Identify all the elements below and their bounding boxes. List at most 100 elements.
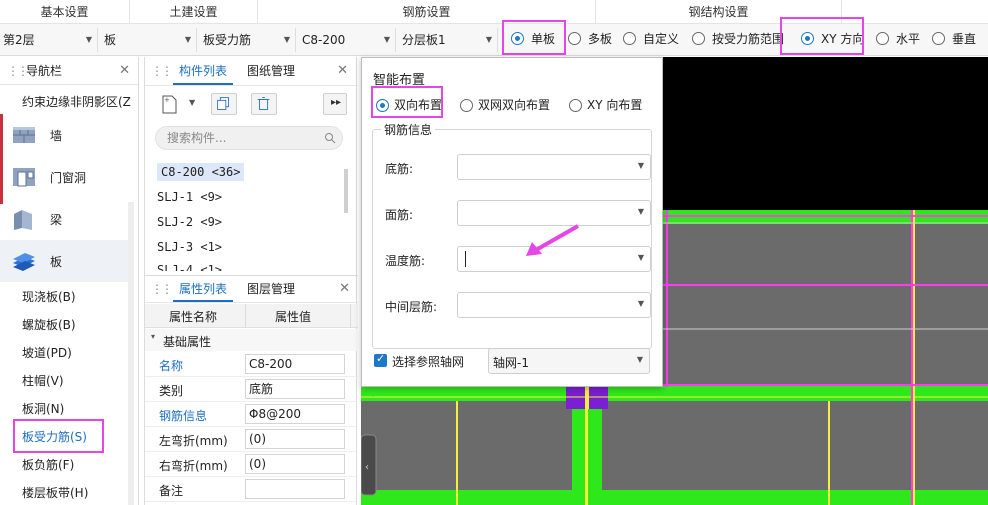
radio-vertical[interactable] — [932, 32, 945, 45]
chevron-down-icon: ▼ — [283, 35, 290, 44]
nav-category-door-window[interactable]: 门窗洞 — [0, 156, 128, 198]
nav-item-spiral-slab[interactable]: 螺旋板(B) — [22, 316, 76, 333]
radio-double-net-label: 双网双向布置 — [478, 98, 551, 112]
component-item[interactable]: SLJ-4 <1> — [157, 263, 222, 271]
chevron-down-icon: ▼ — [637, 299, 644, 308]
property-row: 钢筋信息 Φ8@200 — [145, 402, 358, 427]
property-section[interactable]: ▾ 基础属性 — [145, 329, 358, 351]
property-row: 类别 底筋 — [145, 377, 358, 402]
nav-header: ⋮⋮ 导航栏 ✕ — [0, 57, 138, 85]
property-row: 名称 C8-200 — [145, 352, 358, 377]
svg-text:+: + — [164, 96, 170, 104]
list-scrollbar[interactable] — [344, 169, 348, 213]
nav-item-slab-negative-rebar[interactable]: 板负筋(F) — [22, 456, 74, 473]
chevron-down-icon: ▼ — [636, 355, 643, 364]
nav-item-edge-zone[interactable]: 约束边缘非阴影区(Z — [22, 93, 138, 110]
nav-item-floor-strip[interactable]: 楼层板带(H) — [22, 484, 88, 501]
highlight-single-slab — [502, 20, 566, 55]
floor-dropdown[interactable]: 第2层 ▼ — [0, 28, 98, 52]
chevron-down-icon: ▼ — [85, 35, 92, 44]
radio-xy-layout[interactable] — [569, 99, 582, 112]
layer-value: 分层板1 — [402, 33, 446, 47]
radio-horizontal-label: 水平 — [896, 32, 921, 46]
property-row: 右弯折(mm) (0) — [145, 452, 358, 477]
expand-button[interactable]: ▸▸ — [323, 93, 347, 115]
radio-multi-slab-label: 多板 — [588, 32, 613, 46]
highlight-bidirectional — [371, 86, 443, 118]
close-icon[interactable]: ✕ — [339, 281, 350, 296]
middle-rebar-select[interactable]: ▼ — [457, 292, 651, 318]
close-icon[interactable]: ✕ — [337, 63, 348, 78]
type-dropdown[interactable]: 板受力筋 ▼ — [200, 28, 296, 52]
drag-handle-icon[interactable]: ⋮⋮ — [7, 57, 29, 85]
axis-grid-select[interactable]: 轴网-1 ▼ — [488, 348, 650, 374]
chevron-down-icon: ▼ — [637, 253, 644, 262]
property-panel-header: ⋮⋮ 属性列表 图层管理 ✕ — [145, 275, 358, 303]
property-value-input[interactable]: (0) — [245, 429, 345, 449]
drag-handle-icon[interactable]: ⋮⋮ — [151, 282, 173, 296]
tab-property-list[interactable]: 属性列表 — [173, 276, 234, 302]
field-label-bottom-rebar: 底筋: — [385, 162, 414, 176]
double-chevron-right-icon: ▸▸ — [331, 97, 342, 108]
radio-custom-label: 自定义 — [643, 32, 680, 46]
nav-title: 导航栏 — [26, 64, 63, 78]
radio-horizontal[interactable] — [876, 32, 889, 45]
property-value-input[interactable]: (0) — [245, 454, 345, 474]
property-table-header: 属性名称 属性值 — [145, 304, 358, 328]
chevron-down-icon[interactable]: ▼ — [189, 98, 195, 107]
checkmark-icon: ✓ — [376, 352, 386, 365]
component-item[interactable]: C8-200 <36> — [157, 163, 245, 181]
divider — [145, 85, 358, 86]
column-header-value: 属性值 — [275, 310, 312, 324]
nav-item-column-cap[interactable]: 柱帽(V) — [22, 372, 64, 389]
nav-scrollbar[interactable] — [128, 202, 134, 505]
tab-civil-settings[interactable]: 土建设置 — [130, 0, 258, 24]
nav-category-slab[interactable]: 板 — [0, 240, 128, 282]
spec-dropdown[interactable]: C8-200 ▼ — [299, 28, 396, 52]
component-item[interactable]: SLJ-3 <1> — [157, 240, 222, 254]
new-file-icon: + — [162, 95, 177, 114]
nav-item-cast-slab[interactable]: 现浇板(B) — [22, 288, 76, 305]
nav-item-ramp[interactable]: 坡道(PD) — [22, 344, 72, 361]
tab-basic-settings[interactable]: 基本设置 — [0, 0, 130, 24]
field-label-middle-rebar: 中间层筋: — [385, 300, 438, 314]
radio-vertical-label: 垂直 — [952, 32, 977, 46]
nav-category-beam[interactable]: 梁 — [0, 198, 128, 240]
bottom-rebar-select[interactable]: ▼ — [457, 154, 651, 180]
component-item[interactable]: SLJ-2 <9> — [157, 215, 222, 229]
property-value-input[interactable]: Φ8@200 — [245, 404, 345, 424]
category-dropdown[interactable]: 板 ▼ — [101, 28, 197, 52]
component-item[interactable]: SLJ-1 <9> — [157, 190, 222, 204]
radio-custom[interactable] — [623, 32, 636, 45]
property-value-input[interactable]: C8-200 — [245, 354, 345, 374]
radio-double-net[interactable] — [460, 99, 473, 112]
radio-multi-slab[interactable] — [568, 32, 581, 45]
drag-handle-icon[interactable]: ⋮⋮ — [151, 64, 173, 78]
rebar-info-group: 钢筋信息 底筋: ▼ 面筋: ▼ 温度筋: ▼ 中间层筋: ▼ — [372, 121, 652, 349]
property-row: 备注 — [145, 477, 358, 502]
delete-button[interactable] — [251, 93, 277, 115]
nav-category-label: 墙 — [50, 129, 63, 143]
nav-category-label: 板 — [50, 255, 63, 269]
property-value-input[interactable] — [245, 479, 345, 499]
search-input[interactable]: 搜索构件... — [155, 126, 343, 150]
nav-item-slab-hole[interactable]: 板洞(N) — [22, 400, 64, 417]
wall-icon — [13, 127, 35, 143]
tab-layer-management[interactable]: 图层管理 — [241, 276, 301, 302]
property-value-input[interactable]: 底筋 — [245, 379, 345, 399]
new-component-button[interactable]: + — [157, 93, 183, 115]
layer-dropdown[interactable]: 分层板1 ▼ — [399, 28, 498, 52]
axis-checkbox[interactable]: ✓ — [374, 352, 387, 367]
close-icon[interactable]: ✕ — [119, 57, 130, 85]
beam-icon — [14, 210, 32, 230]
section-title: 基础属性 — [163, 335, 212, 349]
nav-category-wall[interactable]: 墙 — [0, 114, 128, 156]
trash-icon — [257, 97, 270, 110]
highlight-slab-main-rebar — [13, 419, 104, 453]
top-rebar-select[interactable]: ▼ — [457, 200, 651, 226]
tab-drawing-management[interactable]: 图纸管理 — [241, 57, 301, 85]
search-icon[interactable] — [324, 132, 336, 144]
tab-component-list[interactable]: 构件列表 — [173, 57, 234, 85]
radio-by-range[interactable] — [692, 32, 705, 45]
copy-button[interactable] — [211, 93, 237, 115]
